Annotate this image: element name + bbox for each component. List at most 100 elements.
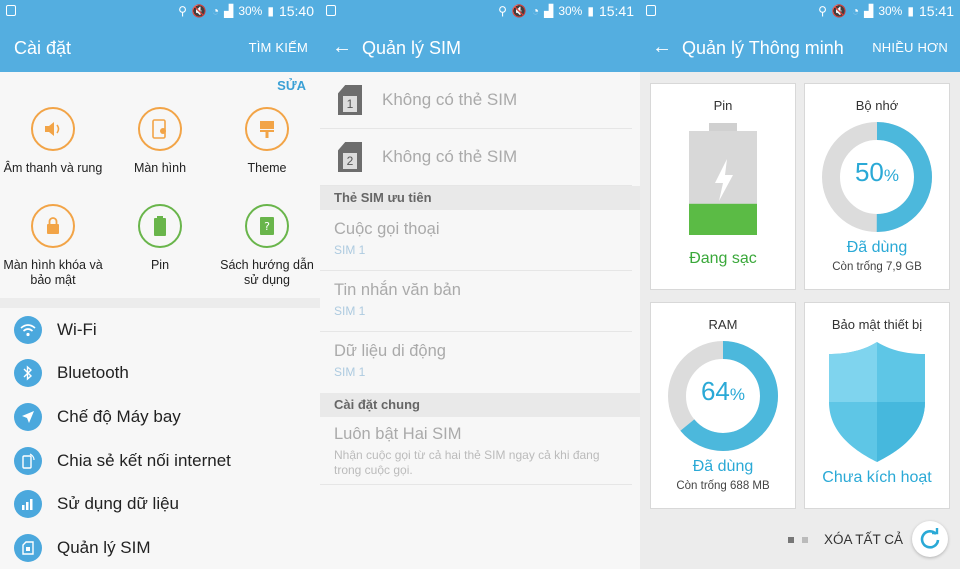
page-title: Quản lý Thông minh bbox=[682, 38, 844, 58]
edit-button[interactable]: SỬA bbox=[277, 78, 306, 93]
grid-item-label: Màn hình khóa và bảo mật bbox=[3, 258, 103, 287]
sim-slot-label: Không có thẻ SIM bbox=[382, 90, 518, 109]
ram-percent-sign: % bbox=[729, 385, 746, 404]
location-icon: ⚲ bbox=[818, 4, 827, 18]
clock: 15:41 bbox=[598, 3, 634, 19]
page-dot bbox=[788, 537, 794, 543]
option-mobile-data[interactable]: Dữ liệu di động SIM 1 bbox=[320, 332, 632, 393]
bluetooth-icon bbox=[14, 359, 42, 388]
list-item-airplane-mode[interactable]: Chế độ Máy bay bbox=[0, 395, 320, 439]
notification-icon bbox=[326, 5, 336, 16]
status-bar: ⚲ 🔇 ◔ ▟ 30% ▮ 15:40 bbox=[0, 0, 320, 24]
sim-slot-2[interactable]: 2 Không có thẻ SIM bbox=[320, 129, 632, 186]
battery-status: Đang sạc bbox=[689, 250, 757, 267]
display-icon bbox=[138, 107, 182, 151]
notification-icon bbox=[6, 5, 16, 16]
sim-slot-1[interactable]: 1 Không có thẻ SIM bbox=[320, 72, 632, 129]
page-title: Quản lý SIM bbox=[362, 38, 462, 58]
app-bar: ← Quản lý SIM bbox=[320, 24, 640, 72]
sim-card-icon: 2 bbox=[338, 142, 362, 172]
option-title: Cuộc gọi thoại bbox=[334, 220, 440, 238]
sim-icon bbox=[14, 533, 42, 562]
wifi-icon bbox=[14, 315, 42, 344]
battery-percent: 30% bbox=[878, 4, 903, 18]
settings-panel: ⚲ 🔇 ◔ ▟ 30% ▮ 15:40 Cài đặt TÌM KIẾM SỬA… bbox=[0, 0, 320, 569]
signal-icon: ▟ bbox=[224, 4, 234, 18]
list-item-data-usage[interactable]: Sử dụng dữ liệu bbox=[0, 482, 320, 526]
list-item-bluetooth[interactable]: Bluetooth bbox=[0, 352, 320, 396]
refresh-icon bbox=[920, 528, 940, 549]
grid-item-theme[interactable]: Theme bbox=[217, 107, 317, 176]
battery-card[interactable]: Pin Đang sạc bbox=[650, 83, 796, 290]
storage-free: Còn trống 7,9 GB bbox=[832, 261, 922, 273]
mute-icon: 🔇 bbox=[831, 4, 847, 18]
help-book-icon: ? bbox=[245, 204, 289, 248]
option-title: Luôn bật Hai SIM bbox=[334, 425, 462, 443]
more-button[interactable]: NHIỀU HƠN bbox=[872, 40, 948, 55]
battery-fill bbox=[689, 203, 757, 235]
grid-item-lock-security[interactable]: Màn hình khóa và bảo mật bbox=[3, 204, 103, 288]
battery-icon bbox=[138, 204, 182, 248]
wifi-status-icon: ◔ bbox=[531, 4, 540, 18]
sim-slot-label: Không có thẻ SIM bbox=[382, 147, 518, 166]
app-bar: Cài đặt TÌM KIẾM bbox=[0, 24, 320, 72]
option-text-messages[interactable]: Tin nhắn văn bản SIM 1 bbox=[320, 271, 632, 332]
grid-item-sound[interactable]: Âm thanh và rung bbox=[3, 107, 103, 176]
option-dual-sim-always-on[interactable]: Luôn bật Hai SIM Nhận cuộc gọi từ cả hai… bbox=[320, 417, 632, 485]
option-title: Dữ liệu di động bbox=[334, 342, 446, 360]
option-voice-call[interactable]: Cuộc gọi thoại SIM 1 bbox=[320, 210, 632, 271]
list-item-label: Chế độ Máy bay bbox=[57, 406, 181, 426]
battery-percent: 30% bbox=[238, 4, 263, 18]
hotspot-icon bbox=[14, 446, 42, 475]
notification-icon bbox=[646, 5, 656, 16]
list-item-label: Sử dụng dữ liệu bbox=[57, 494, 180, 514]
app-bar: ← Quản lý Thông minh NHIỀU HƠN bbox=[640, 24, 960, 72]
list-item-tethering[interactable]: Chia sẻ kết nối internet bbox=[0, 439, 320, 483]
sim-card-icon: 1 bbox=[338, 85, 362, 115]
storage-ring: 50% bbox=[821, 121, 933, 233]
speaker-icon bbox=[31, 107, 75, 151]
status-bar: ⚲ 🔇 ◔ ▟ 30% ▮ 15:41 bbox=[320, 0, 640, 24]
sim-manager-panel: ⚲ 🔇 ◔ ▟ 30% ▮ 15:41 ← Quản lý SIM 1 Khôn… bbox=[320, 0, 640, 569]
option-value: SIM 1 bbox=[334, 365, 366, 379]
clear-all-button[interactable]: XÓA TẤT CẢ bbox=[824, 532, 903, 547]
back-arrow-icon[interactable]: ← bbox=[332, 36, 352, 59]
option-value: SIM 1 bbox=[334, 243, 366, 257]
ram-percent: 64 bbox=[700, 376, 730, 406]
section-header: Cài đặt chung bbox=[320, 393, 640, 417]
svg-text:?: ? bbox=[264, 220, 270, 233]
card-title: Bảo mật thiết bị bbox=[831, 317, 923, 332]
section-divider bbox=[0, 298, 320, 308]
page-title: Cài đặt bbox=[14, 38, 72, 58]
ram-card[interactable]: RAM 64% Đã dùng Còn trống 688 MB bbox=[650, 302, 796, 509]
location-icon: ⚲ bbox=[178, 4, 187, 18]
wifi-status-icon: ◔ bbox=[851, 4, 860, 18]
list-item-label: Bluetooth bbox=[57, 363, 129, 383]
page-dot bbox=[802, 537, 808, 543]
clock: 15:41 bbox=[918, 3, 954, 19]
back-arrow-icon[interactable]: ← bbox=[652, 36, 672, 59]
location-icon: ⚲ bbox=[498, 4, 507, 18]
list-item-sim-manager[interactable]: Quản lý SIM bbox=[0, 526, 320, 569]
grid-item-battery[interactable]: Pin bbox=[110, 204, 210, 273]
battery-status-icon: ▮ bbox=[587, 4, 594, 18]
ram-free: Còn trống 688 MB bbox=[676, 480, 770, 492]
card-title: RAM bbox=[708, 317, 738, 332]
grid-item-display[interactable]: Màn hình bbox=[110, 107, 210, 176]
storage-used-label: Đã dùng bbox=[846, 239, 908, 256]
storage-card[interactable]: Bộ nhớ 50% Đã dùng Còn trống 7,9 GB bbox=[804, 83, 950, 290]
grid-item-user-manual[interactable]: ? Sách hướng dẫn sử dụng bbox=[217, 204, 317, 288]
list-item-label: Chia sẻ kết nối internet bbox=[57, 450, 231, 470]
battery-status-icon: ▮ bbox=[267, 4, 274, 18]
card-title: Pin bbox=[713, 98, 733, 113]
grid-item-label: Sách hướng dẫn sử dụng bbox=[220, 258, 314, 287]
list-item-label: Quản lý SIM bbox=[57, 537, 151, 557]
grid-item-label: Pin bbox=[150, 258, 170, 272]
security-card[interactable]: Bảo mật thiết bị Chưa kích hoạt bbox=[804, 302, 950, 509]
paintbrush-icon bbox=[245, 107, 289, 151]
page-indicator bbox=[788, 537, 808, 543]
mute-icon: 🔇 bbox=[511, 4, 527, 18]
list-item-wifi[interactable]: Wi-Fi bbox=[0, 308, 320, 352]
refresh-button[interactable] bbox=[912, 521, 948, 557]
search-button[interactable]: TÌM KIẾM bbox=[249, 40, 308, 55]
